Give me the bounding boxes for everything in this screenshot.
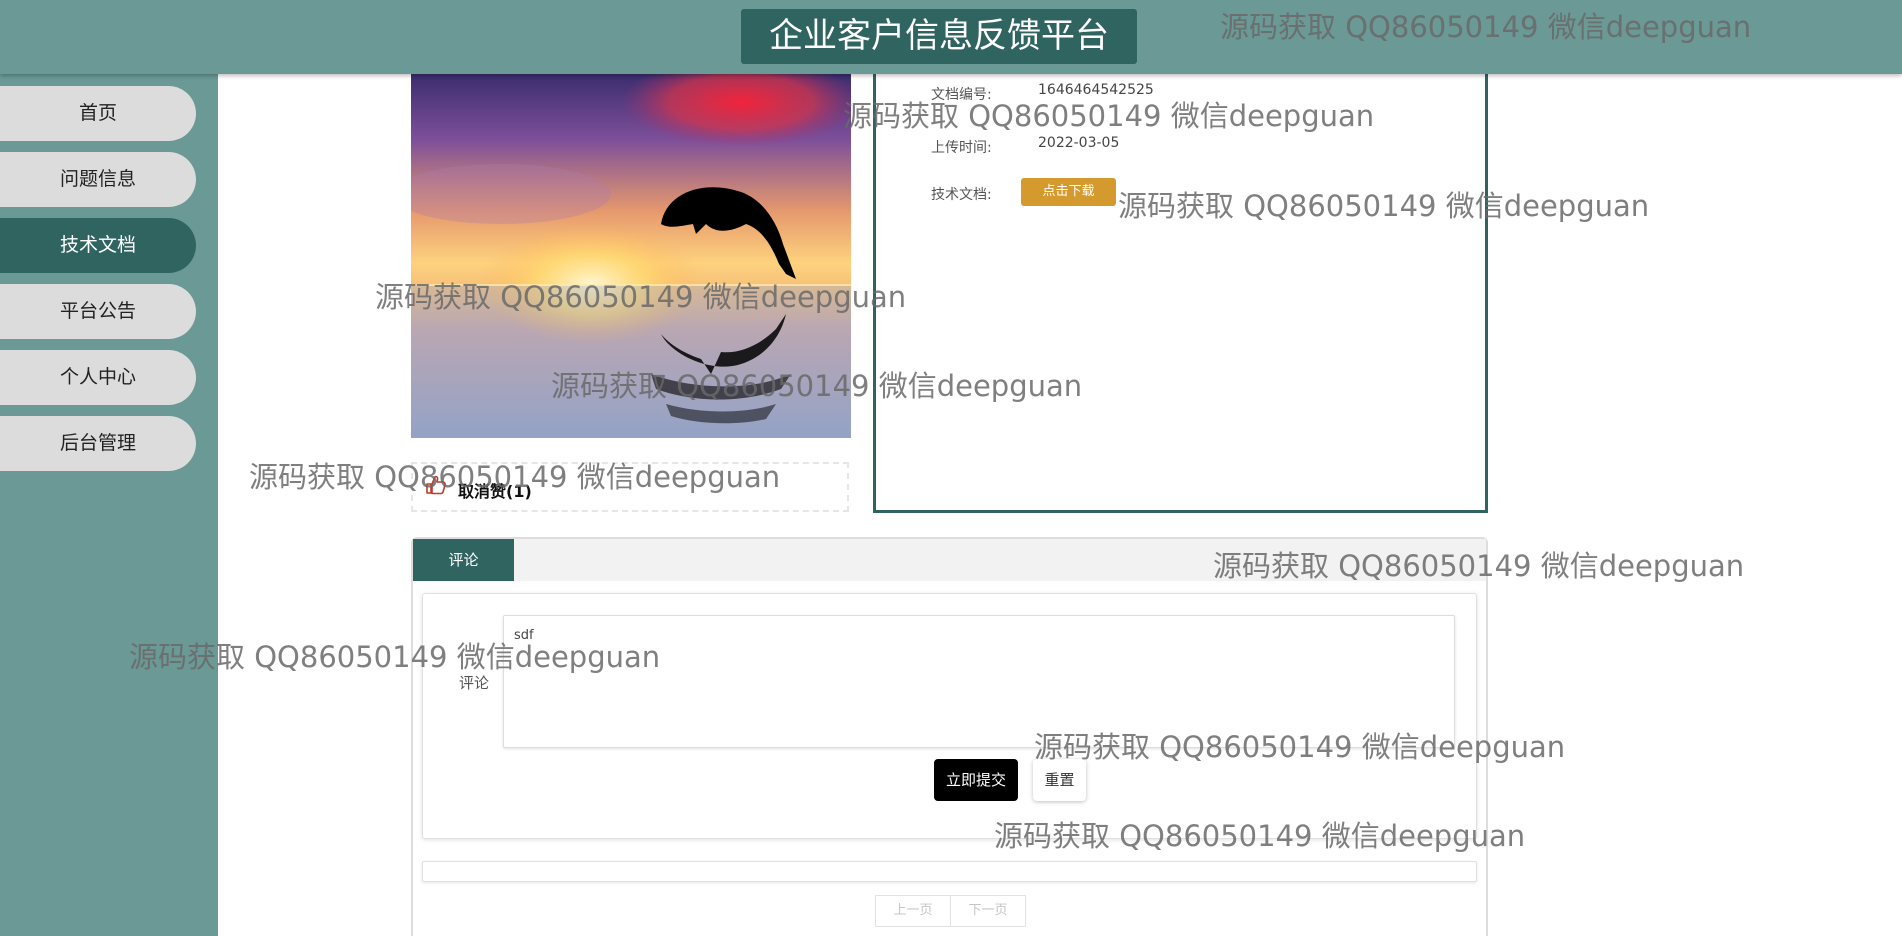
prev-page-button[interactable]: 上一页 <box>876 896 950 926</box>
submit-button[interactable]: 立即提交 <box>934 759 1018 801</box>
comment-textarea[interactable]: sdf <box>503 615 1455 748</box>
document-cover-image <box>411 74 851 438</box>
sidebar-item-tech-docs[interactable]: 技术文档 <box>0 218 196 273</box>
sidebar-item-issues[interactable]: 问题信息 <box>0 152 196 207</box>
upload-time-label: 上传时间: <box>931 140 992 156</box>
unlike-label[interactable]: 取消赞(1) <box>458 478 532 502</box>
comment-field-label: 评论 <box>459 674 490 692</box>
sidebar-item-announcements[interactable]: 平台公告 <box>0 284 196 339</box>
tech-doc-label: 技术文档: <box>931 187 992 203</box>
upload-time-value: 2022-03-05 <box>1038 135 1120 151</box>
tab-strip <box>413 539 1486 581</box>
sidebar-item-home[interactable]: 首页 <box>0 86 196 141</box>
download-button[interactable]: 点击下载 <box>1021 178 1116 206</box>
document-number-value: 1646464542525 <box>1038 82 1154 98</box>
next-page-button[interactable]: 下一页 <box>950 896 1025 926</box>
reset-button[interactable]: 重置 <box>1033 759 1086 801</box>
sidebar-item-admin[interactable]: 后台管理 <box>0 416 196 471</box>
sidebar: 首页 问题信息 技术文档 平台公告 个人中心 后台管理 <box>0 74 218 936</box>
site-title: 企业客户信息反馈平台 <box>741 9 1137 64</box>
sidebar-item-profile[interactable]: 个人中心 <box>0 350 196 405</box>
tab-comments[interactable]: 评论 <box>413 539 514 581</box>
top-header-bar: 企业客户信息反馈平台 <box>0 0 1902 74</box>
pagination: 上一页 下一页 <box>875 895 1026 927</box>
thumbs-up-icon[interactable] <box>425 475 447 495</box>
document-number-label: 文档编号: <box>931 87 992 103</box>
comment-list <box>422 861 1477 882</box>
